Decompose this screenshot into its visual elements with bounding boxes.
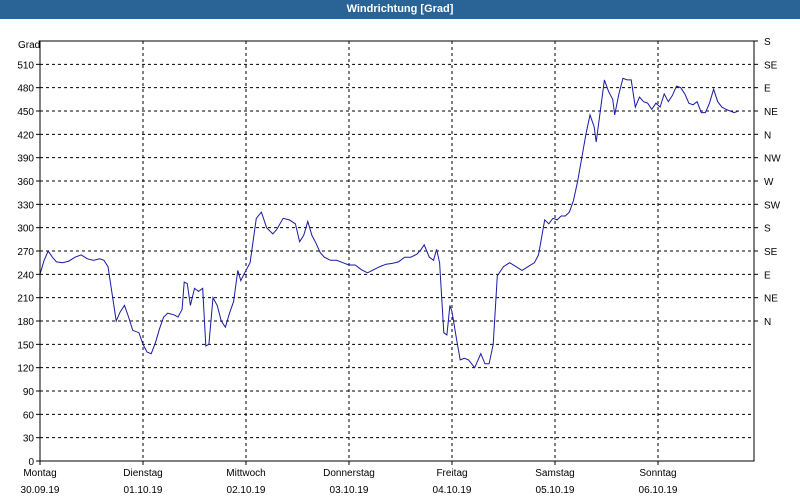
y2-tick-label: S (764, 224, 771, 235)
chart-title: Windrichtung [Grad] (0, 0, 800, 19)
y-tick-label: 420 (17, 130, 34, 141)
y-tick-label: 300 (17, 224, 34, 235)
x-tick-date-label: 04.10.19 (433, 485, 472, 496)
y-tick-label: 360 (17, 177, 34, 188)
x-tick-day-label: Montag (23, 468, 56, 479)
y-tick-label: 510 (17, 60, 34, 71)
y-tick-label: 90 (23, 387, 35, 398)
y-axis-left: 0 30 60 90 120 150 180 210 240 270 300 330 360 390 420… (17, 60, 40, 468)
x-tick-date-label: 05.10.19 (536, 485, 575, 496)
y2-tick-label: W (764, 177, 774, 188)
x-axis: Montag 30.09.19 Dienstag 01.10.19 Mittwoch 02… (21, 461, 678, 496)
y-tick-label: 270 (17, 247, 34, 258)
y-tick-label: 60 (23, 410, 35, 421)
x-tick-day-label: Dienstag (123, 468, 162, 479)
y2-tick-label: NE (764, 107, 778, 118)
y-tick-label: 0 (28, 457, 34, 468)
x-tick-day-label: Samstag (535, 468, 574, 479)
x-tick-date-label: 01.10.19 (124, 485, 163, 496)
x-tick-day-label: Freitag (436, 468, 467, 479)
y2-tick-label: E (764, 84, 771, 95)
x-tick-day-label: Mittwoch (226, 468, 265, 479)
y-tick-label: 480 (17, 84, 34, 95)
x-tick-date-label: 30.09.19 (21, 485, 60, 496)
y-tick-label: 330 (17, 200, 34, 211)
y2-tick-label: SE (764, 60, 778, 71)
y2-tick-label: SE (764, 247, 778, 258)
y-tick-label: 120 (17, 364, 34, 375)
y2-tick-label: S (764, 37, 771, 48)
y2-tick-label: E (764, 270, 771, 281)
y-tick-label: 210 (17, 294, 34, 305)
wind-direction-chart: 0 30 60 90 120 150 180 210 240 270 300 330 360 390 420… (17, 37, 781, 496)
y2-tick-label: N (764, 130, 771, 141)
y2-tick-label: NW (764, 154, 781, 165)
x-tick-date-label: 02.10.19 (227, 485, 266, 496)
y-tick-label: 450 (17, 107, 34, 118)
x-tick-date-label: 03.10.19 (330, 485, 369, 496)
y-tick-label: 180 (17, 317, 34, 328)
y-tick-label: 240 (17, 270, 34, 281)
y2-tick-label: NE (764, 294, 778, 305)
y2-tick-label: SW (764, 200, 781, 211)
x-tick-day-label: Sonntag (639, 468, 676, 479)
y-tick-label: 30 (23, 434, 35, 445)
x-tick-day-label: Donnerstag (323, 468, 375, 479)
y-axis-label: Grad (18, 40, 40, 51)
x-tick-date-label: 06.10.19 (639, 485, 678, 496)
y-tick-label: 390 (17, 154, 34, 165)
y-tick-label: 150 (17, 340, 34, 351)
y-axis-right: S SE E NE N NW W SW S SE E NE N (754, 37, 781, 328)
y2-tick-label: N (764, 317, 771, 328)
